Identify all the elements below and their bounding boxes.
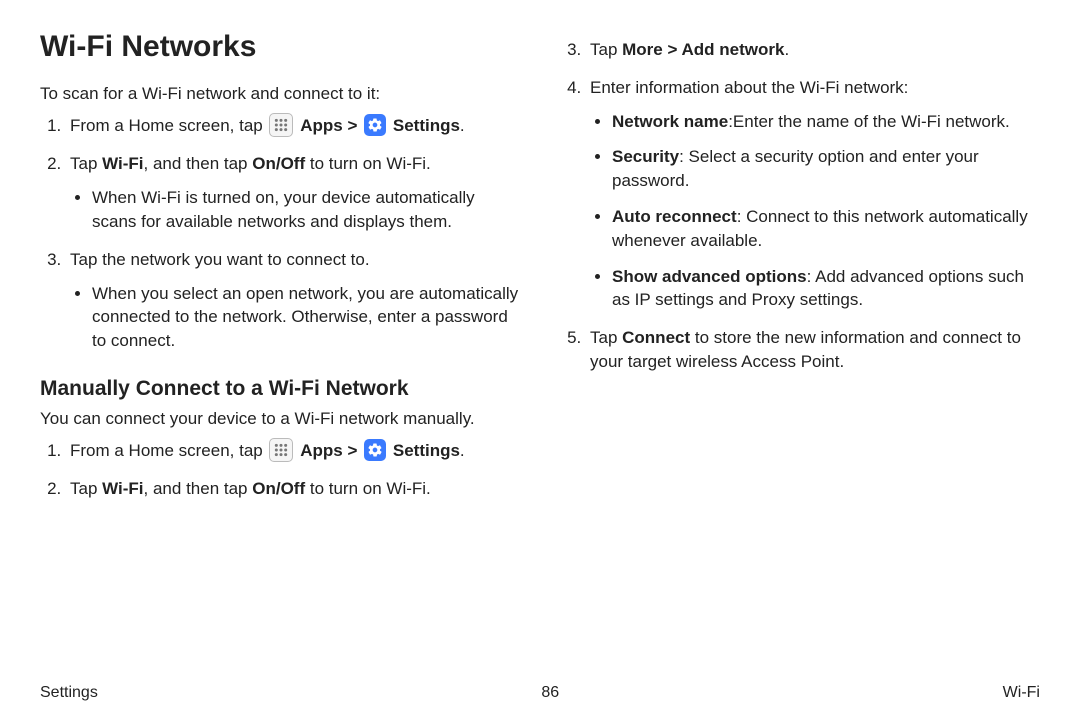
- page-title: Wi-Fi Networks: [40, 30, 520, 64]
- opt-security: Security: Select a security option and e…: [612, 145, 1040, 193]
- left-column: Wi-Fi Networks To scan for a Wi-Fi netwo…: [40, 30, 520, 650]
- manual-intro: You can connect your device to a Wi-Fi n…: [40, 407, 520, 431]
- step-2: Tap Wi-Fi, and then tap On/Off to turn o…: [66, 152, 520, 233]
- settings-label: Settings: [393, 116, 460, 135]
- step-3-sub: When you select an open network, you are…: [92, 282, 520, 353]
- manual-step-2: Tap Wi-Fi, and then tap On/Off to turn o…: [66, 477, 520, 501]
- manual-step-1: From a Home screen, tap Apps > Settings.: [66, 439, 520, 464]
- apps-label: Apps: [300, 116, 343, 135]
- apps-label: Apps: [300, 441, 343, 460]
- scan-steps: From a Home screen, tap Apps > Settings.…: [40, 114, 520, 353]
- manual-steps-cont: Tap More > Add network. Enter informatio…: [560, 38, 1040, 374]
- manual-step-4: Enter information about the Wi-Fi networ…: [586, 76, 1040, 312]
- step-1: From a Home screen, tap Apps > Settings.: [66, 114, 520, 139]
- settings-icon: [364, 114, 386, 136]
- step-3: Tap the network you want to connect to. …: [66, 248, 520, 353]
- intro-text: To scan for a Wi-Fi network and connect …: [40, 82, 520, 106]
- manual-step-3: Tap More > Add network.: [586, 38, 1040, 62]
- footer-left: Settings: [40, 684, 98, 702]
- settings-label: Settings: [393, 441, 460, 460]
- opt-advanced: Show advanced options: Add advanced opti…: [612, 265, 1040, 313]
- manual-heading: Manually Connect to a Wi-Fi Network: [40, 377, 520, 401]
- manual-step-5: Tap Connect to store the new information…: [586, 326, 1040, 374]
- apps-icon: [269, 113, 293, 137]
- step-2-sub: When Wi-Fi is turned on, your device aut…: [92, 186, 520, 234]
- manual-steps: From a Home screen, tap Apps > Settings.…: [40, 439, 520, 501]
- footer-page-number: 86: [541, 684, 559, 702]
- apps-icon: [269, 438, 293, 462]
- page-footer: Settings 86 Wi-Fi: [40, 684, 1040, 702]
- footer-right: Wi-Fi: [1003, 684, 1040, 702]
- opt-network-name: Network name:Enter the name of the Wi-Fi…: [612, 110, 1040, 134]
- settings-icon: [364, 439, 386, 461]
- opt-auto-reconnect: Auto reconnect: Connect to this network …: [612, 205, 1040, 253]
- network-options: Network name:Enter the name of the Wi-Fi…: [590, 110, 1040, 313]
- right-column: Tap More > Add network. Enter informatio…: [560, 30, 1040, 650]
